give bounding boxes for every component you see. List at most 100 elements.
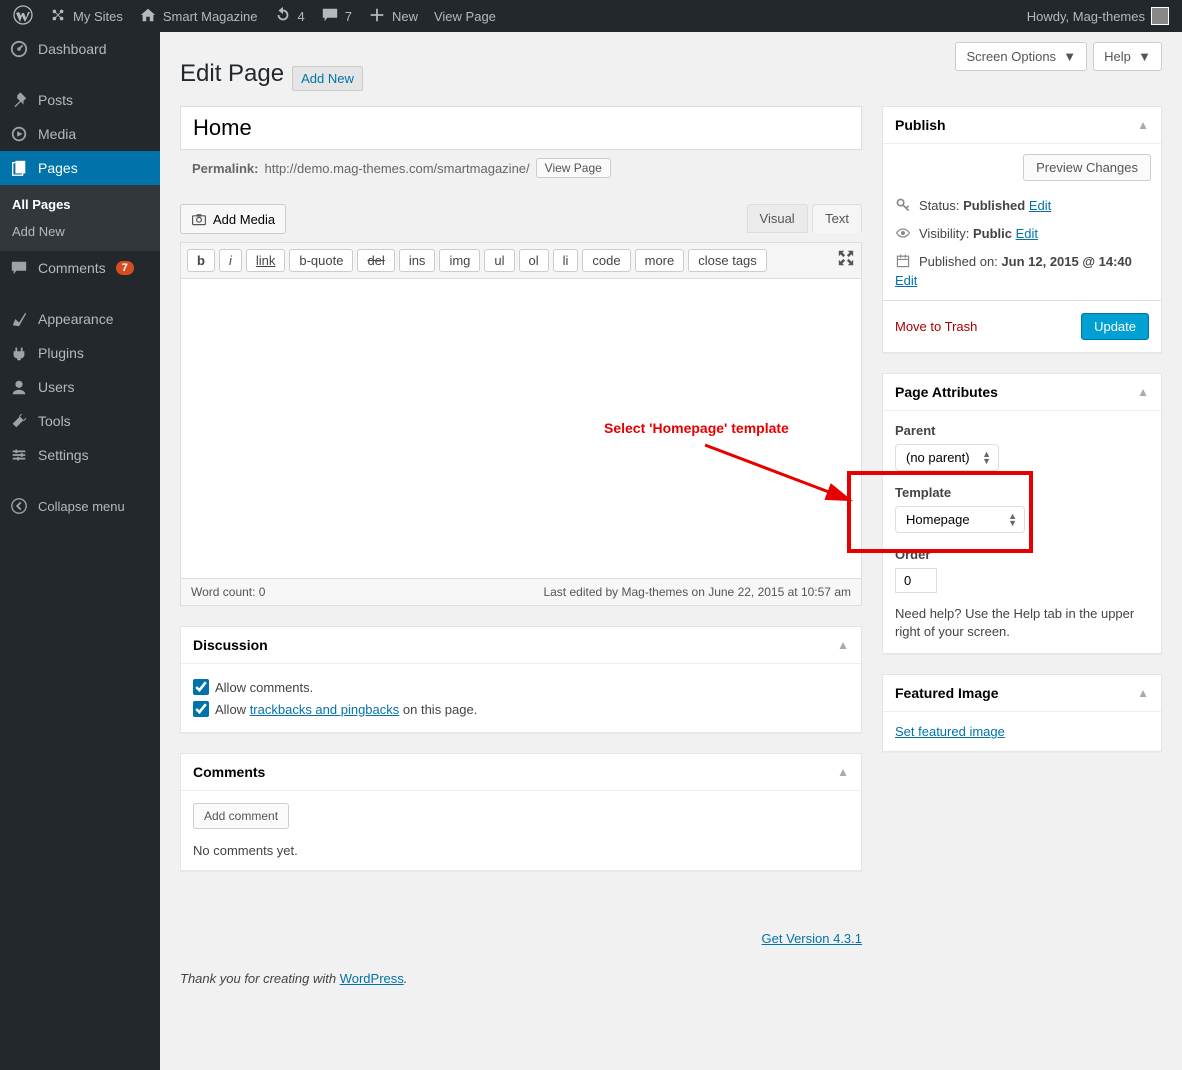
update-button[interactable]: Update: [1081, 313, 1149, 340]
camera-icon: [191, 211, 207, 227]
preview-button[interactable]: Preview Changes: [1023, 154, 1151, 181]
publish-title: Publish: [895, 117, 946, 133]
sidebar-comments-label: Comments: [38, 260, 106, 276]
collapse-menu[interactable]: Collapse menu: [0, 489, 160, 523]
btn-i[interactable]: i: [219, 249, 242, 272]
wordpress-link[interactable]: WordPress: [340, 971, 404, 986]
sidebar-media-label: Media: [38, 126, 76, 142]
updates[interactable]: 4: [266, 0, 313, 32]
parent-label: Parent: [895, 423, 1149, 438]
featured-image-header[interactable]: Featured Image ▲: [883, 675, 1161, 712]
btn-link[interactable]: link: [246, 249, 286, 272]
collapse-icon: [10, 497, 28, 515]
new-content[interactable]: New: [360, 0, 426, 32]
btn-bquote[interactable]: b-quote: [289, 249, 353, 272]
btn-li[interactable]: li: [553, 249, 579, 272]
discussion-header[interactable]: Discussion ▲: [181, 627, 861, 664]
set-featured-image-link[interactable]: Set featured image: [895, 724, 1005, 739]
published-value: Jun 12, 2015 @ 14:40: [1001, 254, 1131, 269]
page-attributes-title: Page Attributes: [895, 384, 998, 400]
btn-more[interactable]: more: [635, 249, 685, 272]
btn-close-tags[interactable]: close tags: [688, 249, 767, 272]
comments-badge: 7: [116, 261, 134, 275]
main-content: Screen Options ▼ Help ▼ Edit Page Add Ne…: [160, 32, 1182, 1070]
sidebar-item-settings[interactable]: Settings: [0, 438, 160, 472]
btn-del[interactable]: del: [357, 249, 394, 272]
dashboard-icon: [10, 40, 28, 58]
fullscreen-button[interactable]: [837, 249, 855, 272]
edit-date-link[interactable]: Edit: [895, 273, 917, 288]
btn-ul[interactable]: ul: [484, 249, 514, 272]
allow-trackbacks-checkbox[interactable]: [193, 701, 209, 717]
sidebar-item-dashboard[interactable]: Dashboard: [0, 32, 160, 66]
move-to-trash-link[interactable]: Move to Trash: [895, 319, 977, 334]
permalink-row: Permalink: http://demo.mag-themes.com/sm…: [180, 150, 862, 186]
template-select[interactable]: Homepage: [895, 506, 1025, 533]
add-comment-button[interactable]: Add comment: [193, 803, 289, 829]
sidebar-posts-label: Posts: [38, 92, 73, 108]
howdy[interactable]: Howdy, Mag-themes: [1019, 0, 1177, 32]
view-page-button[interactable]: View Page: [536, 158, 611, 178]
pages-icon: [10, 159, 28, 177]
comments-bar[interactable]: 7: [313, 0, 360, 32]
editor-toolbar: b i link b-quote del ins img ul ol li co…: [180, 242, 862, 279]
edit-status-link[interactable]: Edit: [1029, 198, 1051, 213]
sidebar-item-users[interactable]: Users: [0, 370, 160, 404]
btn-b[interactable]: b: [187, 249, 215, 272]
add-media-button[interactable]: Add Media: [180, 204, 286, 234]
trackbacks-link[interactable]: trackbacks and pingbacks: [250, 702, 400, 717]
sidebar-item-plugins[interactable]: Plugins: [0, 336, 160, 370]
parent-select[interactable]: (no parent): [895, 444, 999, 471]
edit-visibility-link[interactable]: Edit: [1016, 226, 1038, 241]
collapse-label: Collapse menu: [38, 499, 125, 514]
add-new-button[interactable]: Add New: [292, 66, 363, 91]
site-name-label: Smart Magazine: [163, 9, 258, 24]
pin-icon: [10, 91, 28, 109]
sidebar-item-media[interactable]: Media: [0, 117, 160, 151]
sidebar-item-tools[interactable]: Tools: [0, 404, 160, 438]
comments-count-bar: 7: [345, 9, 352, 24]
calendar-icon: [895, 253, 911, 269]
sidebar-settings-label: Settings: [38, 447, 89, 463]
comments-header[interactable]: Comments ▲: [181, 754, 861, 791]
word-count: Word count: 0: [191, 585, 265, 599]
updates-icon: [274, 6, 292, 27]
sidebar-item-comments[interactable]: Comments 7: [0, 251, 160, 285]
btn-img[interactable]: img: [439, 249, 480, 272]
tab-visual[interactable]: Visual: [747, 204, 808, 233]
sidebar-appearance-label: Appearance: [38, 311, 114, 327]
appearance-icon: [10, 310, 28, 328]
btn-code[interactable]: code: [582, 249, 630, 272]
allow-comments-checkbox[interactable]: [193, 679, 209, 695]
template-label: Template: [895, 485, 1149, 500]
sidebar-subitem-add-new[interactable]: Add New: [0, 218, 160, 245]
plus-icon: [368, 6, 386, 27]
sidebar-item-appearance[interactable]: Appearance: [0, 302, 160, 336]
btn-ins[interactable]: ins: [399, 249, 436, 272]
btn-ol[interactable]: ol: [519, 249, 549, 272]
sidebar-item-posts[interactable]: Posts: [0, 83, 160, 117]
admin-sidebar: Dashboard Posts Media Pages All Pages Ad…: [0, 32, 160, 1070]
plugins-icon: [10, 344, 28, 362]
order-input[interactable]: [895, 568, 937, 593]
tools-icon: [10, 412, 28, 430]
screen-options-button[interactable]: Screen Options ▼: [955, 42, 1087, 71]
status-value: Published: [963, 198, 1025, 213]
page-attributes-header[interactable]: Page Attributes ▲: [883, 374, 1161, 411]
site-name[interactable]: Smart Magazine: [131, 0, 266, 32]
get-version-link[interactable]: Get Version 4.3.1: [762, 931, 862, 986]
trackbacks-post: on this page.: [399, 702, 477, 717]
sidebar-item-pages[interactable]: Pages: [0, 151, 160, 185]
tab-text[interactable]: Text: [812, 204, 862, 233]
sidebar-subitem-all-pages[interactable]: All Pages: [0, 191, 160, 218]
wp-logo[interactable]: [5, 0, 41, 32]
last-edited: Last edited by Mag-themes on June 22, 20…: [543, 585, 851, 599]
comments-title: Comments: [193, 764, 265, 780]
publish-header[interactable]: Publish ▲: [883, 107, 1161, 144]
visibility-label: Visibility:: [919, 226, 973, 241]
howdy-label: Howdy, Mag-themes: [1027, 9, 1145, 24]
help-button[interactable]: Help ▼: [1093, 42, 1162, 71]
page-title-input[interactable]: [180, 106, 862, 150]
my-sites[interactable]: My Sites: [41, 0, 131, 32]
view-page-bar[interactable]: View Page: [426, 0, 504, 32]
